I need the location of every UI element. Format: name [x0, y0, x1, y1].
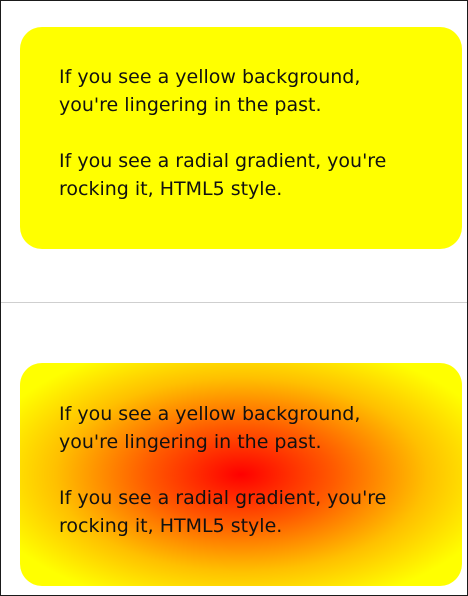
yellow-background-message: If you see a yellow background, you're l…	[59, 403, 361, 453]
radial-gradient-message: If you see a radial gradient, you're roc…	[59, 150, 387, 200]
yellow-background-message: If you see a yellow background, you're l…	[59, 66, 361, 116]
page-frame: If you see a yellow background, you're l…	[0, 0, 468, 596]
radial-gradient-message: If you see a radial gradient, you're roc…	[59, 487, 387, 537]
section-divider	[1, 302, 467, 303]
yellow-background-card: If you see a yellow background, you're l…	[20, 27, 462, 249]
radial-gradient-card: If you see a yellow background, you're l…	[20, 363, 462, 586]
